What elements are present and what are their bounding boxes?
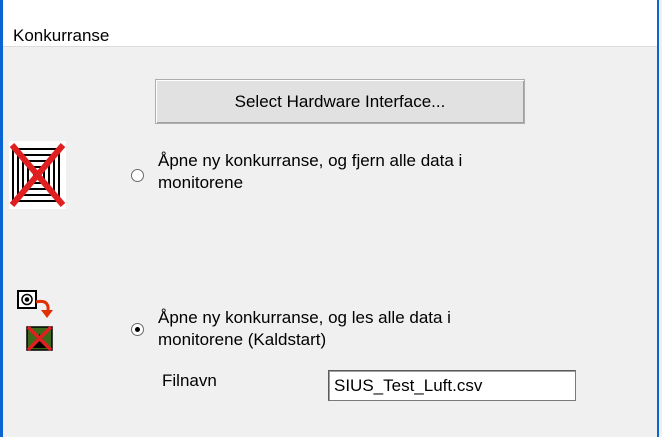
window-left-border: [0, 0, 3, 437]
select-hardware-interface-button[interactable]: Select Hardware Interface...: [155, 79, 525, 124]
radio-option-coldstart[interactable]: [131, 323, 144, 336]
option-coldstart-line1: Åpne ny konkurranse, og les alle data i: [158, 308, 451, 327]
dialog-header: Konkurranse: [3, 0, 657, 47]
filename-label: Filnavn: [162, 371, 217, 390]
monitor-transfer-icon: [17, 290, 53, 360]
target-crossed-icon: [9, 141, 66, 209]
radio-selected-dot: [135, 327, 140, 332]
window-right-border: [657, 0, 659, 437]
dialog-title: Konkurranse: [13, 26, 110, 45]
option-clear-line2: monitorene: [158, 173, 244, 192]
option-coldstart-label[interactable]: Åpne ny konkurranse, og les alle data i …: [158, 307, 451, 351]
filename-input[interactable]: [328, 370, 576, 401]
option-clear-line1: Åpne ny konkurranse, og fjern alle data …: [158, 151, 463, 170]
option-clear-label[interactable]: Åpne ny konkurranse, og fjern alle data …: [158, 150, 462, 194]
radio-option-clear[interactable]: [131, 169, 144, 182]
option-coldstart-line2: monitorene (Kaldstart): [158, 330, 327, 349]
